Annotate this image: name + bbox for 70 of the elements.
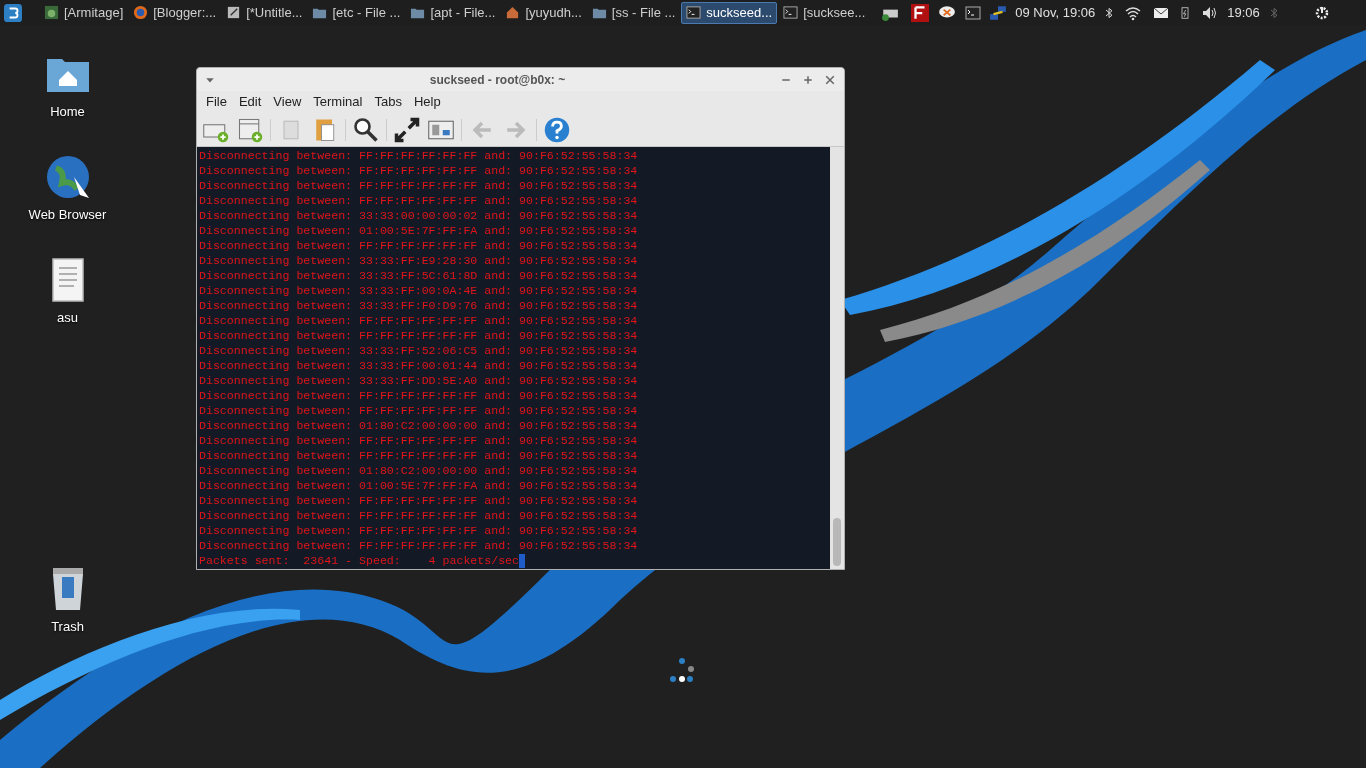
taskbar-item[interactable]: [ss - File ...: [587, 1, 680, 24]
terminal-icon[interactable]: [965, 4, 982, 21]
taskbar-item[interactable]: [etc - File ...: [308, 1, 405, 24]
menu-item[interactable]: Edit: [232, 91, 268, 113]
terminal-line: Disconnecting between: FF:FF:FF:FF:FF:FF and: 90:F6:52:55:58:34: [199, 508, 639, 523]
taskbar-item[interactable]: [Armitage]: [40, 1, 128, 24]
terminal-line: Disconnecting between: 33:33:FF:DD:5E:A0 and: 90:F6:52:55:58:34: [199, 373, 639, 388]
taskbar-item[interactable]: [sucksee...: [779, 1, 870, 24]
terminal-line: Disconnecting between: 33:33:00:00:00:02 and: 90:F6:52:55:58:34: [199, 208, 639, 223]
menu-item[interactable]: Help: [407, 91, 447, 113]
terminal-line: Disconnecting between: 33:33:FF:F0:D9:76 and: 90:F6:52:55:58:34: [199, 298, 639, 313]
search-icon[interactable]: [352, 115, 380, 144]
date-time-text[interactable]: 09 Nov, 19:06: [1015, 2, 1096, 23]
terminal-line: Disconnecting between: FF:FF:FF:FF:FF:FF and: 90:F6:52:55:58:34: [199, 538, 639, 553]
terminal-line: Disconnecting between: FF:FF:FF:FF:FF:FF and: 90:F6:52:55:58:34: [199, 148, 639, 163]
fullscreen-arrows-icon[interactable]: [393, 115, 421, 144]
terminal-line: Disconnecting between: 33:33:FF:00:0A:4E and: 90:F6:52:55:58:34: [199, 283, 639, 298]
terminal-line: Disconnecting between: FF:FF:FF:FF:FF:FF and: 90:F6:52:55:58:34: [199, 433, 639, 448]
terminal-line: Disconnecting between: FF:FF:FF:FF:FF:FF and: 90:F6:52:55:58:34: [199, 328, 639, 343]
menu-item[interactable]: Tabs: [368, 91, 408, 113]
terminal-line: Disconnecting between: FF:FF:FF:FF:FF:FF and: 90:F6:52:55:58:34: [199, 523, 639, 538]
taskbar-item[interactable]: [Blogger:...: [129, 1, 221, 24]
menu-item[interactable]: File: [200, 91, 233, 113]
maximize-icon[interactable]: [802, 73, 814, 86]
taskbar-item[interactable]: [yuyudh...: [501, 1, 586, 24]
loading-spinner-icon: [668, 657, 696, 685]
desktop-icon-label[interactable]: Trash: [51, 617, 84, 637]
scrollbar[interactable]: [830, 147, 844, 569]
notepad-icon: [226, 5, 242, 20]
picture-icon: [44, 5, 59, 20]
terminal-line: Disconnecting between: 01:80:C2:00:00:00 and: 90:F6:52:55:58:34: [199, 418, 639, 433]
taskbar-item[interactable]: [*Untitle...: [222, 1, 307, 24]
terminal-line: Disconnecting between: 33:33:FF:5C:61:8D and: 90:F6:52:55:58:34: [199, 268, 639, 283]
taskbar-item[interactable]: suckseed...: [681, 1, 778, 24]
desktop-icon-label[interactable]: asu: [57, 308, 78, 328]
desktop-icon-label[interactable]: Web Browser: [28, 205, 107, 225]
window-title: suckseed - root@b0x: ~: [428, 71, 567, 89]
globe-icon: [133, 5, 149, 20]
menu-item[interactable]: View: [267, 91, 308, 113]
terminal-line: Disconnecting between: FF:FF:FF:FF:FF:FF and: 90:F6:52:55:58:34: [199, 493, 639, 508]
terminal-icon: [783, 5, 799, 20]
terminal-line: Disconnecting between: FF:FF:FF:FF:FF:FF and: 90:F6:52:55:58:34: [199, 178, 639, 193]
scrollbar-thumb[interactable]: [833, 518, 841, 566]
terminal-line: Disconnecting between: 01:80:C2:00:00:00 and: 90:F6:52:55:58:34: [199, 463, 639, 478]
menu-item[interactable]: Terminal: [307, 91, 369, 113]
terminal-line: Disconnecting between: 33:33:FF:00:01:44 and: 90:F6:52:55:58:34: [199, 358, 639, 373]
terminal-line: Disconnecting between: 33:33:FF:E9:28:30 and: 90:F6:52:55:58:34: [199, 253, 639, 268]
filezilla-icon[interactable]: [911, 3, 930, 22]
terminal-line: Disconnecting between: 01:00:5E:7F:FF:FA and: 90:F6:52:55:58:34: [199, 478, 639, 493]
clock-text[interactable]: 19:06: [1227, 2, 1260, 23]
terminal-line: Disconnecting between: FF:FF:FF:FF:FF:FF and: 90:F6:52:55:58:34: [199, 163, 639, 178]
terminal-line: Packets sent: 23641 - Speed: 4 packets/sec: [199, 553, 520, 568]
power-gear-icon[interactable]: [1313, 4, 1330, 21]
house-icon: [505, 5, 521, 20]
taskbar-item[interactable]: [apt - File...: [406, 1, 500, 24]
close-icon[interactable]: [824, 73, 836, 86]
terminal-line: Disconnecting between: FF:FF:FF:FF:FF:FF and: 90:F6:52:55:58:34: [199, 313, 639, 328]
terminal-line: Disconnecting between: FF:FF:FF:FF:FF:FF and: 90:F6:52:55:58:34: [199, 403, 639, 418]
app-menu-icon[interactable]: [4, 3, 22, 22]
terminal-line: Disconnecting between: 33:33:FF:52:06:C5 and: 90:F6:52:55:58:34: [199, 343, 639, 358]
terminal-line: Disconnecting between: FF:FF:FF:FF:FF:FF and: 90:F6:52:55:58:34: [199, 193, 639, 208]
text-cursor: [519, 553, 526, 568]
terminal-line: Disconnecting between: FF:FF:FF:FF:FF:FF and: 90:F6:52:55:58:34: [199, 448, 639, 463]
terminal-line: Disconnecting between: FF:FF:FF:FF:FF:FF and: 90:F6:52:55:58:34: [199, 238, 639, 253]
desktop-icon-label[interactable]: Home: [50, 102, 85, 122]
help-icon[interactable]: [543, 115, 571, 144]
terminal-icon: [686, 5, 702, 20]
terminal-line: Disconnecting between: 01:00:5E:7F:FF:FA and: 90:F6:52:55:58:34: [199, 223, 639, 238]
terminal-line: Disconnecting between: FF:FF:FF:FF:FF:FF and: 90:F6:52:55:58:34: [199, 388, 639, 403]
network-icon[interactable]: [989, 3, 1008, 22]
